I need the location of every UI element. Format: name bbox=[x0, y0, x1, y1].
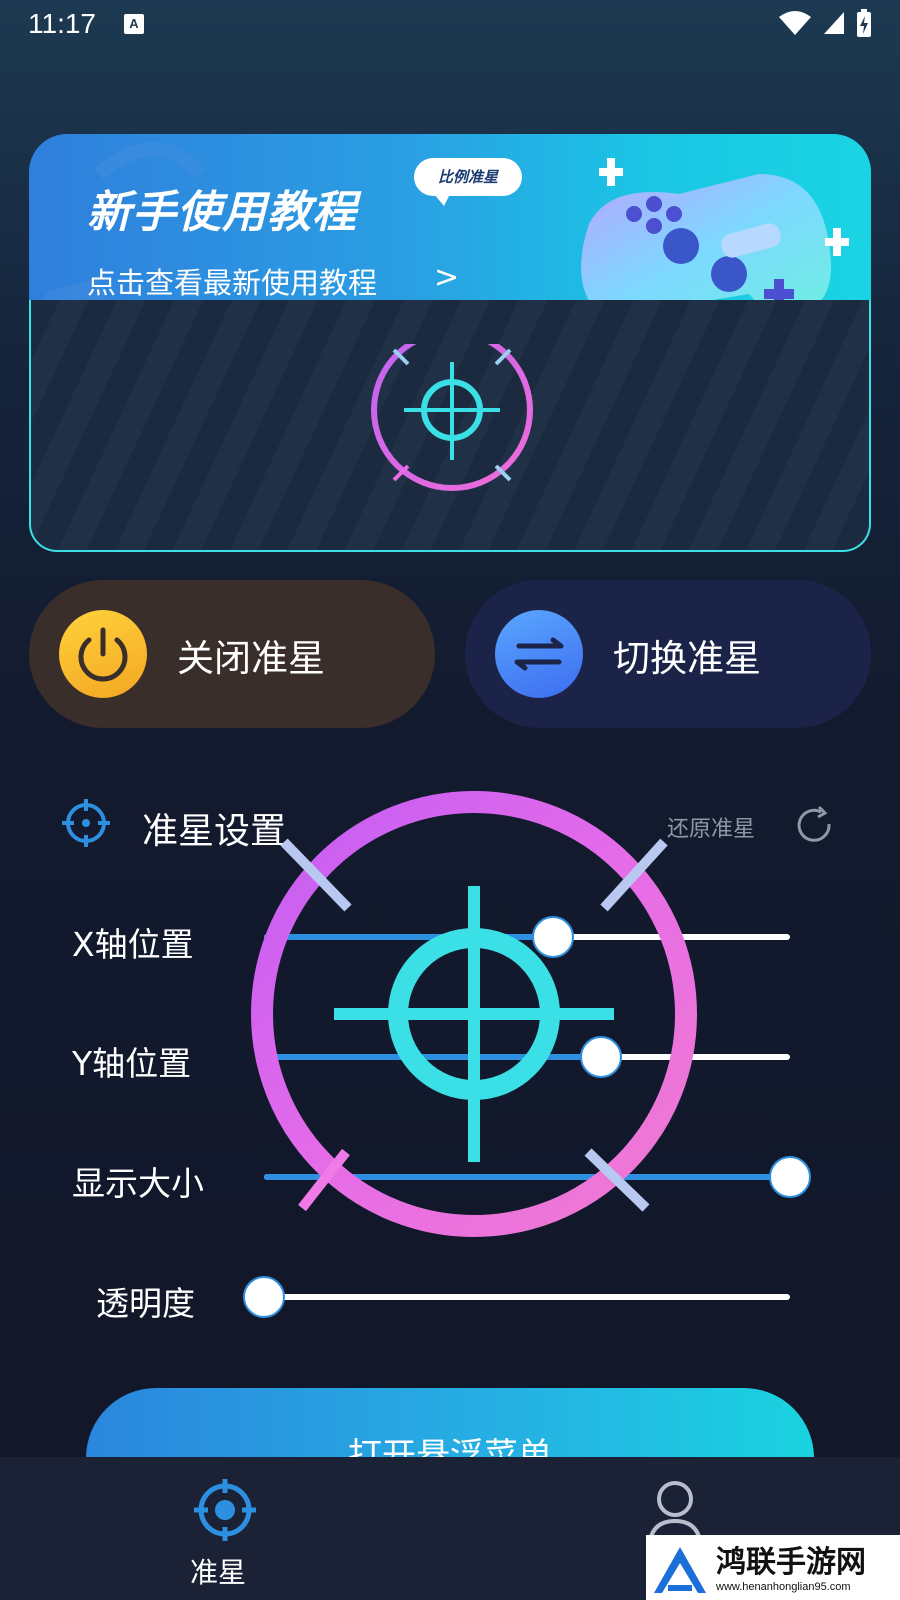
display-size-slider[interactable] bbox=[264, 1156, 811, 1198]
status-icons bbox=[778, 8, 872, 38]
display-size-label: 显示大小 bbox=[72, 1164, 204, 1203]
slider-thumb[interactable] bbox=[769, 1156, 811, 1198]
slider-fill bbox=[264, 1174, 790, 1180]
slider-fill bbox=[264, 1054, 601, 1060]
watermark: 鸿联手游网 www.henanhonglian95.com bbox=[646, 1535, 900, 1600]
reset-crosshair-link[interactable]: 还原准星 bbox=[667, 811, 755, 843]
x-position-slider[interactable] bbox=[264, 916, 790, 958]
slider-thumb[interactable] bbox=[532, 916, 575, 958]
banner-title: 新手使用教程 bbox=[87, 187, 357, 238]
slider-fill bbox=[264, 934, 554, 940]
wifi-icon bbox=[779, 11, 811, 35]
y-position-label: Y轴位置 bbox=[72, 1044, 192, 1083]
chevron-right-icon: > bbox=[434, 260, 460, 295]
crosshair-tab-icon bbox=[194, 1479, 256, 1541]
watermark-text: 鸿联手游网 bbox=[716, 1545, 866, 1580]
accessibility-badge-icon: A bbox=[124, 14, 144, 34]
status-bar: 11:17 A bbox=[0, 0, 900, 50]
switch-crosshair-button[interactable]: 切换准星 bbox=[465, 580, 871, 728]
banner-tag: 比例准星 bbox=[414, 158, 522, 206]
switch-crosshair-label: 切换准星 bbox=[613, 637, 761, 680]
crosshair-preview-icon bbox=[371, 344, 533, 491]
close-crosshair-label: 关闭准星 bbox=[177, 637, 325, 680]
x-position-label: X轴位置 bbox=[72, 925, 194, 964]
refresh-icon[interactable] bbox=[793, 804, 837, 848]
crosshair-overlay-icon bbox=[251, 791, 697, 1237]
battery-icon bbox=[857, 9, 871, 37]
watermark-url: www.henanhonglian95.com bbox=[716, 1581, 851, 1593]
opacity-label: 透明度 bbox=[96, 1284, 195, 1323]
crosshair-preview-card bbox=[29, 300, 871, 552]
watermark-logo-icon bbox=[654, 1547, 706, 1593]
signal-icon bbox=[824, 12, 844, 34]
slider-thumb[interactable] bbox=[579, 1036, 622, 1078]
power-icon bbox=[59, 610, 147, 698]
swap-arrows-icon bbox=[495, 610, 583, 698]
slider-thumb[interactable] bbox=[243, 1276, 285, 1318]
nav-tab-crosshair-label: 准星 bbox=[190, 1556, 247, 1589]
close-crosshair-button[interactable]: 关闭准星 bbox=[29, 580, 435, 728]
crosshair-settings-icon bbox=[62, 799, 110, 847]
nav-tab-crosshair[interactable] bbox=[192, 1477, 258, 1547]
y-position-slider[interactable] bbox=[264, 1036, 790, 1078]
crosshair-settings-title: 准星设置 bbox=[142, 811, 287, 852]
status-time: 11:17 bbox=[28, 8, 96, 39]
banner-subtitle: 点击查看最新使用教程 bbox=[87, 266, 378, 300]
opacity-slider[interactable] bbox=[243, 1276, 790, 1318]
